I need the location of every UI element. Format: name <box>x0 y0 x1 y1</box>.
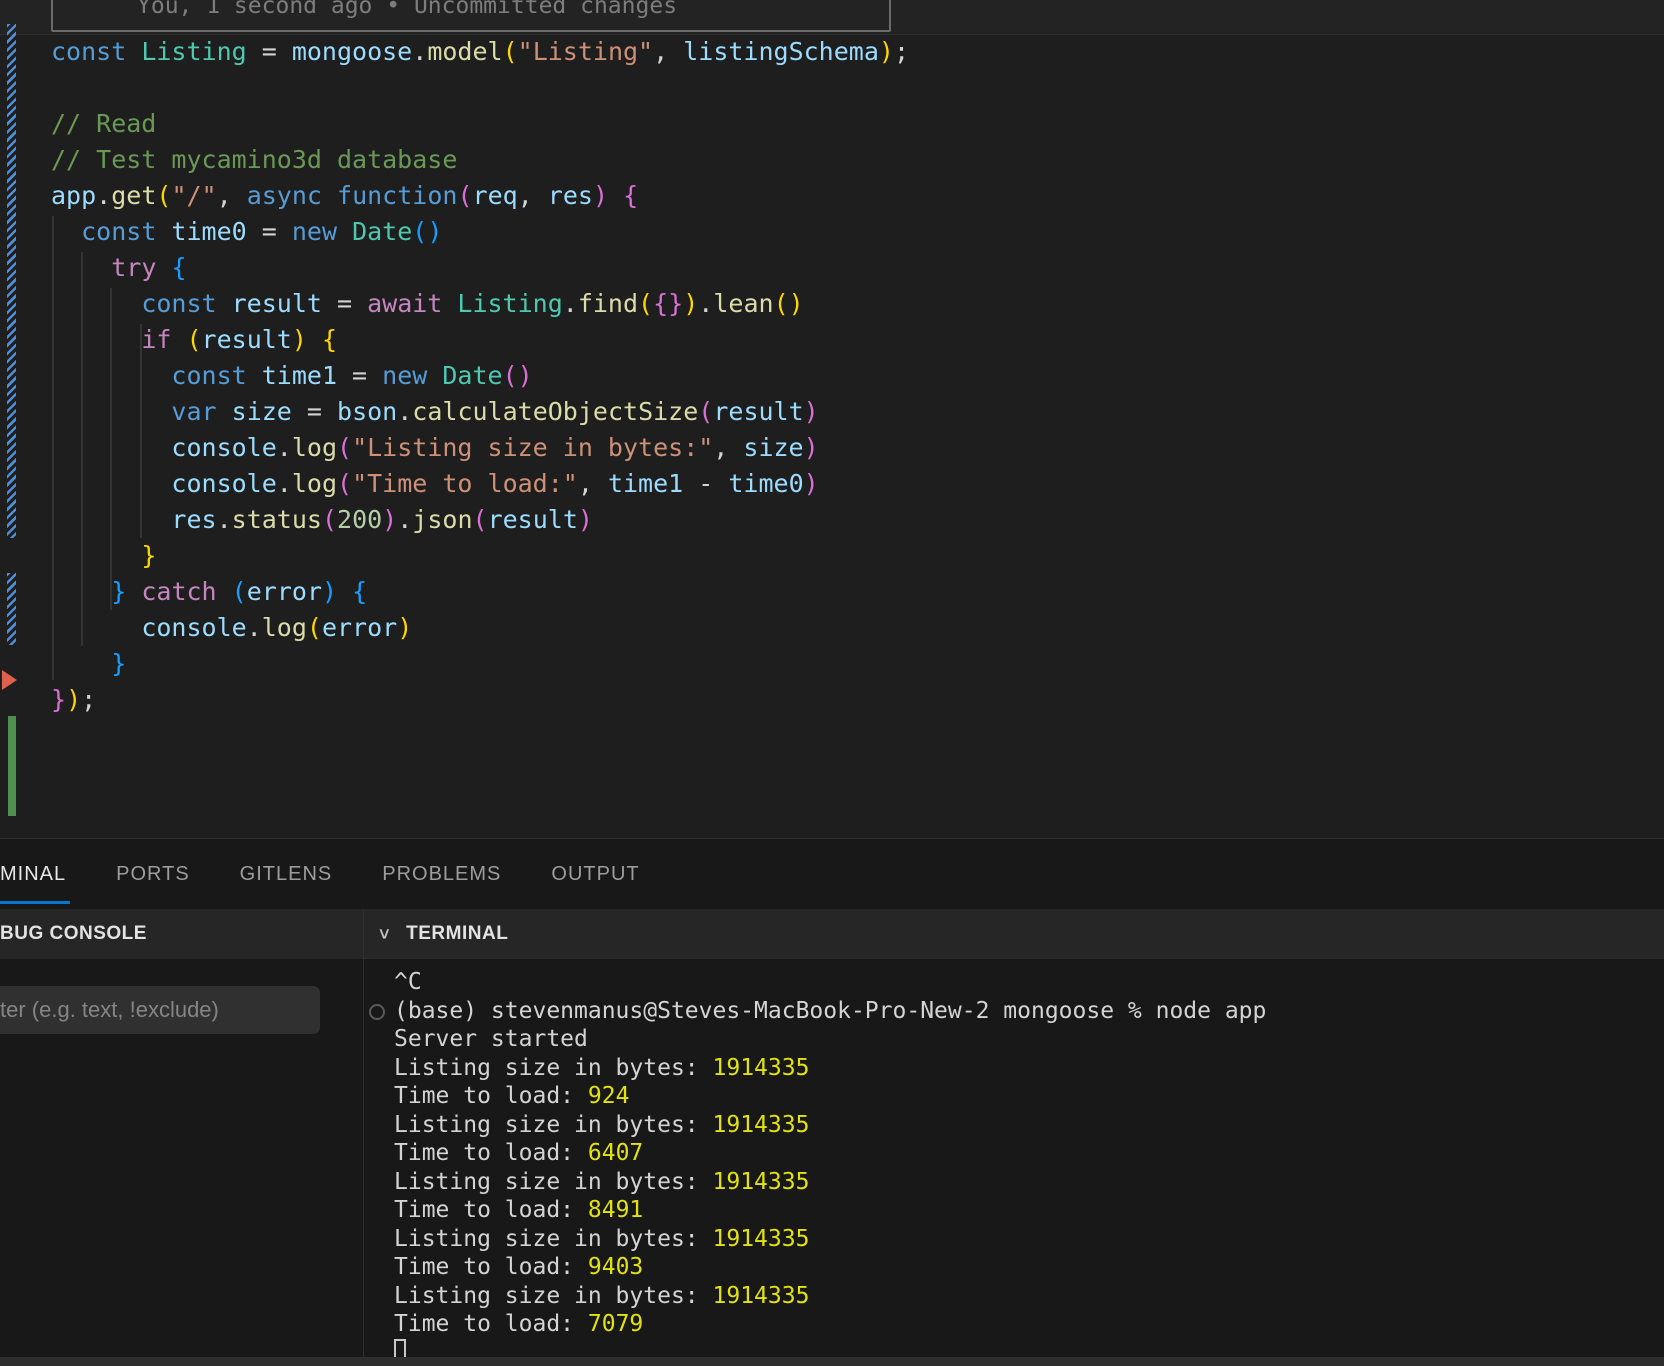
code-line: // Read <box>51 106 909 142</box>
terminal-line: Listing size in bytes: 1914335 <box>394 1054 1266 1083</box>
terminal-line: Time to load: 7079 <box>394 1310 1266 1339</box>
terminal-line: Time to load: 9403 <box>394 1253 1266 1282</box>
chevron-down-icon[interactable]: ∨ <box>377 924 392 944</box>
terminal-line: Time to load: 6407 <box>394 1139 1266 1168</box>
code-line: res.status(200).json(result) <box>51 502 909 538</box>
code-line: } catch (error) { <box>51 574 909 610</box>
code-line: if (result) { <box>51 322 909 358</box>
terminal-pane: ∨ TERMINAL ^C(base) stevenmanus@Steves-M… <box>364 909 1664 1366</box>
terminal-section-header[interactable]: ∨ TERMINAL <box>364 909 1664 959</box>
code-line: try { <box>51 250 909 286</box>
code-line: app.get("/", async function(req, res) { <box>51 178 909 214</box>
git-modified-gutter-bar <box>7 24 16 538</box>
gutter-arrow-marker-icon <box>2 670 17 690</box>
code-line: console.log("Time to load:", time1 - tim… <box>51 466 909 502</box>
terminal-line: Time to load: 924 <box>394 1082 1266 1111</box>
panel-tab-output[interactable]: OUTPUT <box>551 839 639 909</box>
terminal-section-label: TERMINAL <box>406 923 508 945</box>
code-line: } <box>51 646 909 682</box>
vscode-window: You, 1 second ago • Uncommitted changes … <box>0 0 1664 1366</box>
code-line: const time1 = new Date() <box>51 358 909 394</box>
code-line: const result = await Listing.find({}).le… <box>51 286 909 322</box>
panel-tab-gitlens[interactable]: GITLENS <box>240 839 333 909</box>
code-lines: const Listing = mongoose.model("Listing"… <box>51 34 909 718</box>
panel-tab-minal[interactable]: MINAL <box>0 839 66 909</box>
code-editor[interactable]: You, 1 second ago • Uncommitted changes … <box>0 0 1664 838</box>
debug-console-pane: BUG CONSOLE <box>0 909 364 1366</box>
code-line: var size = bson.calculateObjectSize(resu… <box>51 394 909 430</box>
code-line <box>51 70 909 106</box>
panel-tab-problems[interactable]: PROBLEMS <box>382 839 501 909</box>
terminal-line: Listing size in bytes: 1914335 <box>394 1111 1266 1140</box>
debug-console-header-label: BUG CONSOLE <box>0 923 147 945</box>
code-line: } <box>51 538 909 574</box>
terminal-line: Time to load: 8491 <box>394 1196 1266 1225</box>
git-modified-gutter-bar <box>7 573 16 645</box>
terminal-line: Listing size in bytes: 1914335 <box>394 1282 1266 1311</box>
code-line: const Listing = mongoose.model("Listing"… <box>51 34 909 70</box>
command-decoration-circle-icon[interactable] <box>369 1004 385 1020</box>
gitlens-blame-box: You, 1 second ago • Uncommitted changes <box>51 0 891 32</box>
debug-console-header: BUG CONSOLE <box>0 909 363 959</box>
gitlens-blame-annotation: You, 1 second ago • Uncommitted changes <box>137 0 677 22</box>
code-line: const time0 = new Date() <box>51 214 909 250</box>
git-added-gutter-bar <box>8 716 16 816</box>
panel-tab-bar: MINAL PORTS GITLENS PROBLEMS OUTPUT <box>0 839 1664 909</box>
terminal-line: Listing size in bytes: 1914335 <box>394 1225 1266 1254</box>
terminal-line: Listing size in bytes: 1914335 <box>394 1168 1266 1197</box>
terminal-line: ^C <box>394 968 1266 997</box>
bottom-panel: MINAL PORTS GITLENS PROBLEMS OUTPUT BUG CONS… <box>0 838 1664 1366</box>
panel-tab-ports[interactable]: PORTS <box>116 839 190 909</box>
terminal-output[interactable]: ^C(base) stevenmanus@Steves-MacBook-Pro-… <box>364 959 1664 1366</box>
terminal-line: Server started <box>394 1025 1266 1054</box>
terminal-lines: ^C(base) stevenmanus@Steves-MacBook-Pro-… <box>394 968 1266 1366</box>
debug-console-filter-input[interactable] <box>0 986 320 1034</box>
code-line: console.log("Listing size in bytes:", si… <box>51 430 909 466</box>
code-line: // Test mycamino3d database <box>51 142 909 178</box>
bottom-edge-strip <box>0 1357 1664 1366</box>
terminal-line: (base) stevenmanus@Steves-MacBook-Pro-Ne… <box>394 997 1266 1026</box>
code-line: console.log(error) <box>51 610 909 646</box>
code-line: }); <box>51 682 909 718</box>
gitlens-blame-strip: You, 1 second ago • Uncommitted changes <box>0 0 1664 35</box>
